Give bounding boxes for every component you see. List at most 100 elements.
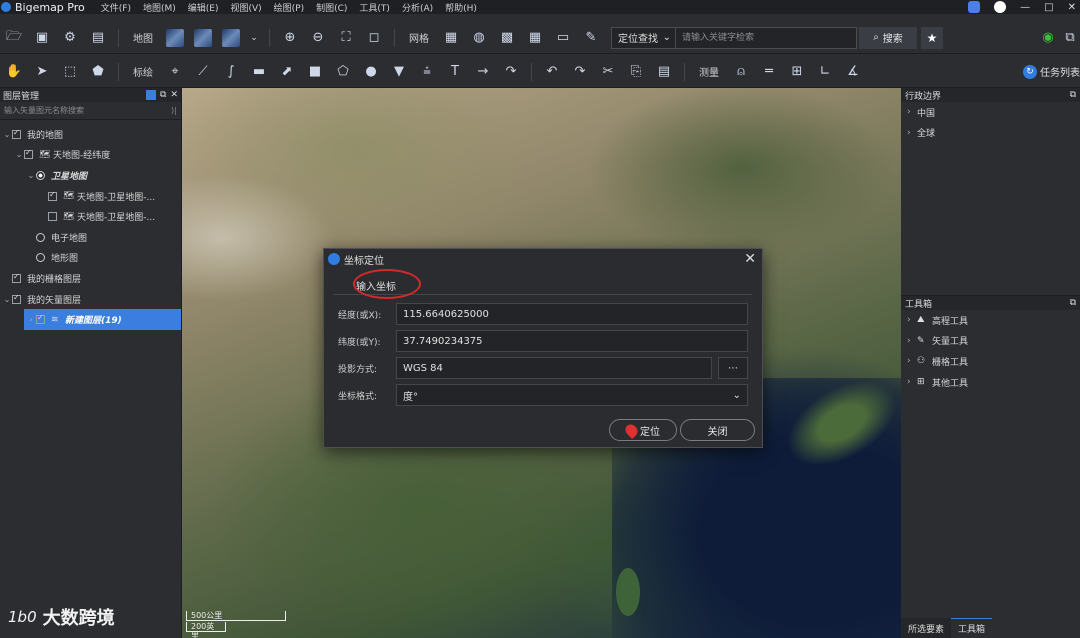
float-icon[interactable]: ⧉	[160, 90, 166, 100]
save-icon[interactable]: ▣	[33, 29, 51, 47]
expand-arrow-icon[interactable]: ⌄	[2, 130, 12, 139]
copy-icon[interactable]: ⎘	[627, 63, 645, 81]
circle-icon[interactable]: ●	[362, 63, 380, 81]
menu-map[interactable]: 地图(M)	[143, 1, 176, 14]
menu-view[interactable]: 视图(V)	[230, 1, 261, 14]
clipboard-icon[interactable]: ⧉	[1061, 29, 1079, 47]
wechat-icon[interactable]: ◉	[1039, 29, 1057, 47]
menu-file[interactable]: 文件(F)	[101, 1, 131, 14]
menu-help[interactable]: 帮助(H)	[445, 1, 477, 14]
dialog-close-icon[interactable]: ✕	[744, 251, 756, 267]
brush-icon[interactable]: ✎	[582, 29, 600, 47]
layer-tree-item[interactable]: ⌄ 卫星地图	[0, 165, 181, 186]
scissors-icon[interactable]: ✂	[599, 63, 617, 81]
latitude-input[interactable]: 37.7490234375	[396, 330, 748, 352]
grid-icon[interactable]: ▦	[442, 29, 460, 47]
tile-grid-icon[interactable]: ▩	[498, 29, 516, 47]
close-icon[interactable]: ✕	[170, 90, 178, 100]
layer-radio[interactable]	[36, 170, 45, 180]
toolbox-item-vector[interactable]: › ✎ 矢量工具	[901, 331, 1080, 352]
layer-checkbox[interactable]	[48, 190, 57, 201]
hybrid-map-icon[interactable]	[194, 28, 212, 47]
layer-checkbox[interactable]	[36, 313, 45, 325]
projection-input[interactable]: WGS 84	[396, 357, 712, 379]
longitude-input[interactable]: 115.6640625000	[396, 303, 748, 325]
square-icon[interactable]: ■	[306, 63, 324, 81]
open-folder-icon[interactable]: 🗁	[5, 29, 23, 47]
tab-selected-features[interactable]: 所选要素	[901, 618, 952, 638]
expand-arrow-icon[interactable]: ⌄	[14, 150, 24, 159]
layer-tree-item[interactable]: 地形图	[0, 248, 181, 269]
layer-tree-item[interactable]: ⌄ 我的地图	[0, 124, 181, 145]
float-icon[interactable]: ⧉	[1070, 90, 1076, 100]
layer-tree-item[interactable]: 🗺天地图-卫星地图-...	[0, 206, 181, 227]
direction-arrow-icon[interactable]: →	[474, 63, 492, 81]
layer-radio[interactable]	[36, 232, 45, 242]
menu-cartography[interactable]: 制图(C)	[316, 1, 347, 14]
rectangle-icon[interactable]: ▬	[250, 63, 268, 81]
close-window-button[interactable]: ✕	[1068, 2, 1076, 13]
float-icon[interactable]: ⧉	[1070, 298, 1076, 308]
shape-select-icon[interactable]: ⬟	[89, 63, 107, 81]
layer-checkbox[interactable]	[12, 128, 21, 139]
close-button[interactable]: 关闭	[680, 419, 755, 441]
marker-pin-icon[interactable]: ⌖	[166, 63, 184, 81]
zoom-extent-icon[interactable]: ⛶	[337, 29, 355, 47]
arrow-shape-icon[interactable]: ⬈	[278, 63, 296, 81]
menu-tools[interactable]: 工具(T)	[359, 1, 390, 14]
zoom-in-icon[interactable]: ⊕	[281, 29, 299, 47]
zoom-out-icon[interactable]: ⊖	[309, 29, 327, 47]
layer-filter[interactable]: 输入矢量图元名称搜索 ⟩|	[0, 102, 181, 120]
layer-tree-item[interactable]: 🗺天地图-卫星地图-...	[0, 186, 181, 207]
satellite-map-icon[interactable]	[166, 28, 184, 47]
area-measure-icon[interactable]: ⊞	[788, 63, 806, 81]
minimize-button[interactable]: —	[1020, 2, 1030, 13]
layer-checkbox[interactable]	[12, 272, 21, 283]
text-underline-icon[interactable]: ⩮	[418, 63, 436, 81]
tab-toolbox[interactable]: 工具箱	[951, 618, 993, 638]
polyline-icon[interactable]: ⟋	[194, 63, 212, 81]
search-button[interactable]: ⌕ 搜索	[859, 26, 917, 49]
pan-hand-icon[interactable]: ✋	[5, 63, 23, 81]
task-list-button[interactable]: ↻ 任务列表	[1023, 64, 1080, 79]
layer-tree-item[interactable]: › ≋ 新建图层(19)	[24, 309, 181, 330]
favorite-star-button[interactable]: ★	[921, 26, 943, 49]
full-screen-icon[interactable]: ◻	[365, 29, 383, 47]
search-mode-select[interactable]: 定位查找 ⌄	[612, 27, 676, 48]
layer-tree-item[interactable]: 电子地图	[0, 227, 181, 248]
globe-grid-icon[interactable]: ◍	[470, 29, 488, 47]
angle-icon[interactable]: ∟	[816, 63, 834, 81]
menu-edit[interactable]: 编辑(E)	[188, 1, 219, 14]
paste-icon[interactable]: ▤	[655, 63, 673, 81]
box-select-icon[interactable]: ⬚	[61, 63, 79, 81]
settings-gear-icon[interactable]: ⚙	[61, 29, 79, 47]
text-box-icon[interactable]: T	[446, 63, 464, 81]
layer-tree-item[interactable]: ⌄ 我的矢量图层	[0, 289, 181, 310]
toolbox-item-raster[interactable]: › ⚇ 栅格工具	[901, 351, 1080, 372]
table-grid-icon[interactable]: ▦	[526, 29, 544, 47]
menu-draw[interactable]: 绘图(P)	[274, 1, 304, 14]
redo-icon[interactable]: ↷	[571, 63, 589, 81]
terrain-map-icon[interactable]	[222, 28, 240, 47]
projection-more-button[interactable]: ⋯	[718, 357, 748, 379]
expand-arrow-icon[interactable]: ⌄	[26, 171, 36, 180]
folder-icon[interactable]: ▭	[554, 29, 572, 47]
curve-line-icon[interactable]: ∫	[222, 63, 240, 81]
layer-radio[interactable]	[36, 253, 45, 263]
image-icon[interactable]: ▤	[89, 29, 107, 47]
layer-tree-item[interactable]: ⌄ 🗺天地图-经纬度	[0, 145, 181, 166]
layer-checkbox[interactable]	[12, 293, 21, 304]
toolbox-item-elevation[interactable]: › ⛰ 高程工具	[901, 310, 1080, 331]
admin-item-china[interactable]: › 中国	[901, 102, 1080, 123]
chevron-down-icon[interactable]: ⌄	[250, 29, 258, 47]
assistant-bot-icon[interactable]	[968, 1, 981, 13]
format-select[interactable]: 度° ⌄	[396, 384, 748, 406]
layer-checkbox[interactable]	[24, 148, 33, 160]
pentagon-icon[interactable]: ⬠	[334, 63, 352, 81]
collapse-icon[interactable]: ⟩|	[171, 106, 177, 115]
menu-analysis[interactable]: 分析(A)	[402, 1, 433, 14]
undo-icon[interactable]: ↶	[543, 63, 561, 81]
select-arrow-icon[interactable]: ➤	[33, 63, 51, 81]
search-input[interactable]	[676, 27, 856, 48]
admin-item-global[interactable]: › 全球	[901, 123, 1080, 144]
